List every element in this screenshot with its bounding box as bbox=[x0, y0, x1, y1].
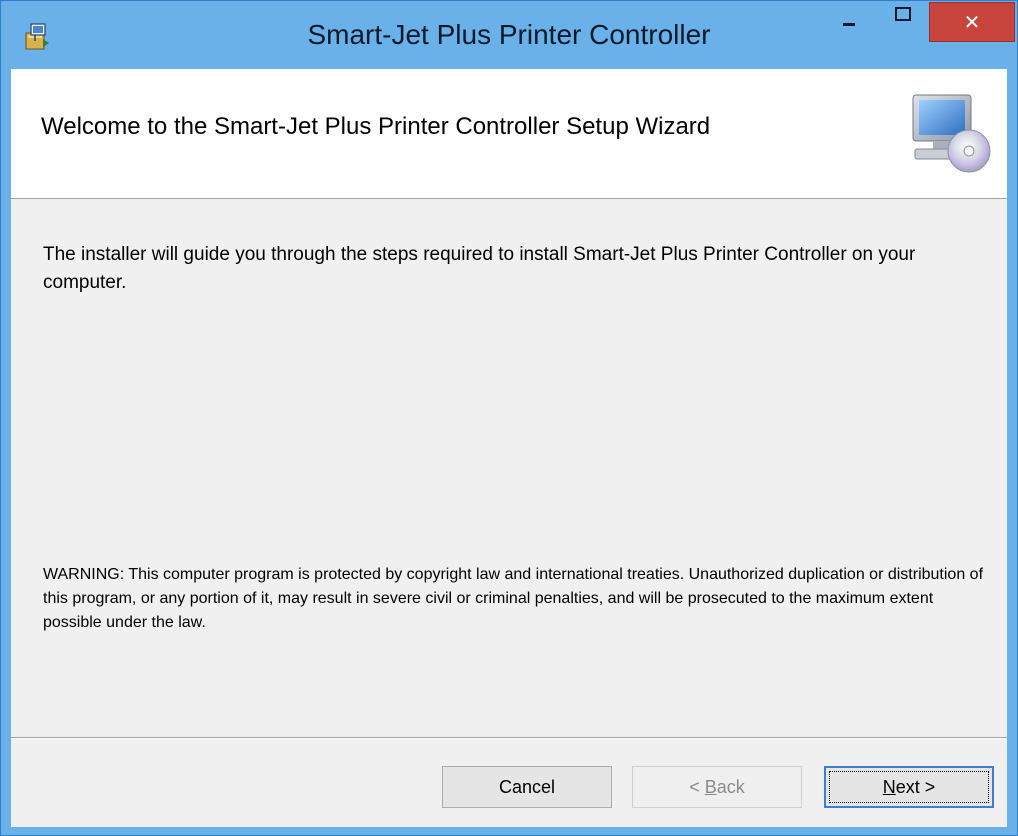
next-button[interactable]: Next > bbox=[824, 766, 994, 808]
wizard-title: Welcome to the Smart-Jet Plus Printer Co… bbox=[41, 113, 711, 140]
window-title-product: Smart-Jet Plus bbox=[307, 19, 492, 50]
computer-cd-icon bbox=[912, 94, 991, 173]
close-icon: ✕ bbox=[963, 10, 981, 34]
minimize-icon bbox=[843, 23, 855, 26]
back-button-mnemonic: B bbox=[704, 776, 717, 797]
back-button-rest: ack bbox=[716, 776, 745, 797]
cancel-button[interactable]: Cancel bbox=[442, 766, 612, 808]
cancel-button-label: Cancel bbox=[498, 776, 556, 797]
button-separator bbox=[11, 737, 1007, 739]
wizard-header: Welcome to the Smart-Jet Plus Printer Co… bbox=[11, 69, 1007, 199]
maximize-icon bbox=[895, 7, 911, 21]
title-bar[interactable]: Smart-Jet Plus Printer Controller ✕ bbox=[1, 1, 1017, 69]
back-button-prefix: < bbox=[689, 776, 705, 797]
back-button[interactable]: < Back bbox=[632, 766, 802, 808]
close-button[interactable]: ✕ bbox=[929, 2, 1015, 42]
focus-ring bbox=[829, 771, 989, 803]
window-title-rest: Printer Controller bbox=[491, 19, 711, 50]
minimize-button[interactable] bbox=[823, 1, 875, 41]
intro-text: The installer will guide you through the… bbox=[43, 244, 916, 293]
wizard-body: Welcome to the Smart-Jet Plus Printer Co… bbox=[11, 69, 1007, 827]
maximize-button[interactable] bbox=[877, 1, 929, 41]
installer-window: Smart-Jet Plus Printer Controller ✕ Welc… bbox=[0, 0, 1018, 836]
copyright-warning: WARNING: This computer program is protec… bbox=[43, 566, 984, 631]
